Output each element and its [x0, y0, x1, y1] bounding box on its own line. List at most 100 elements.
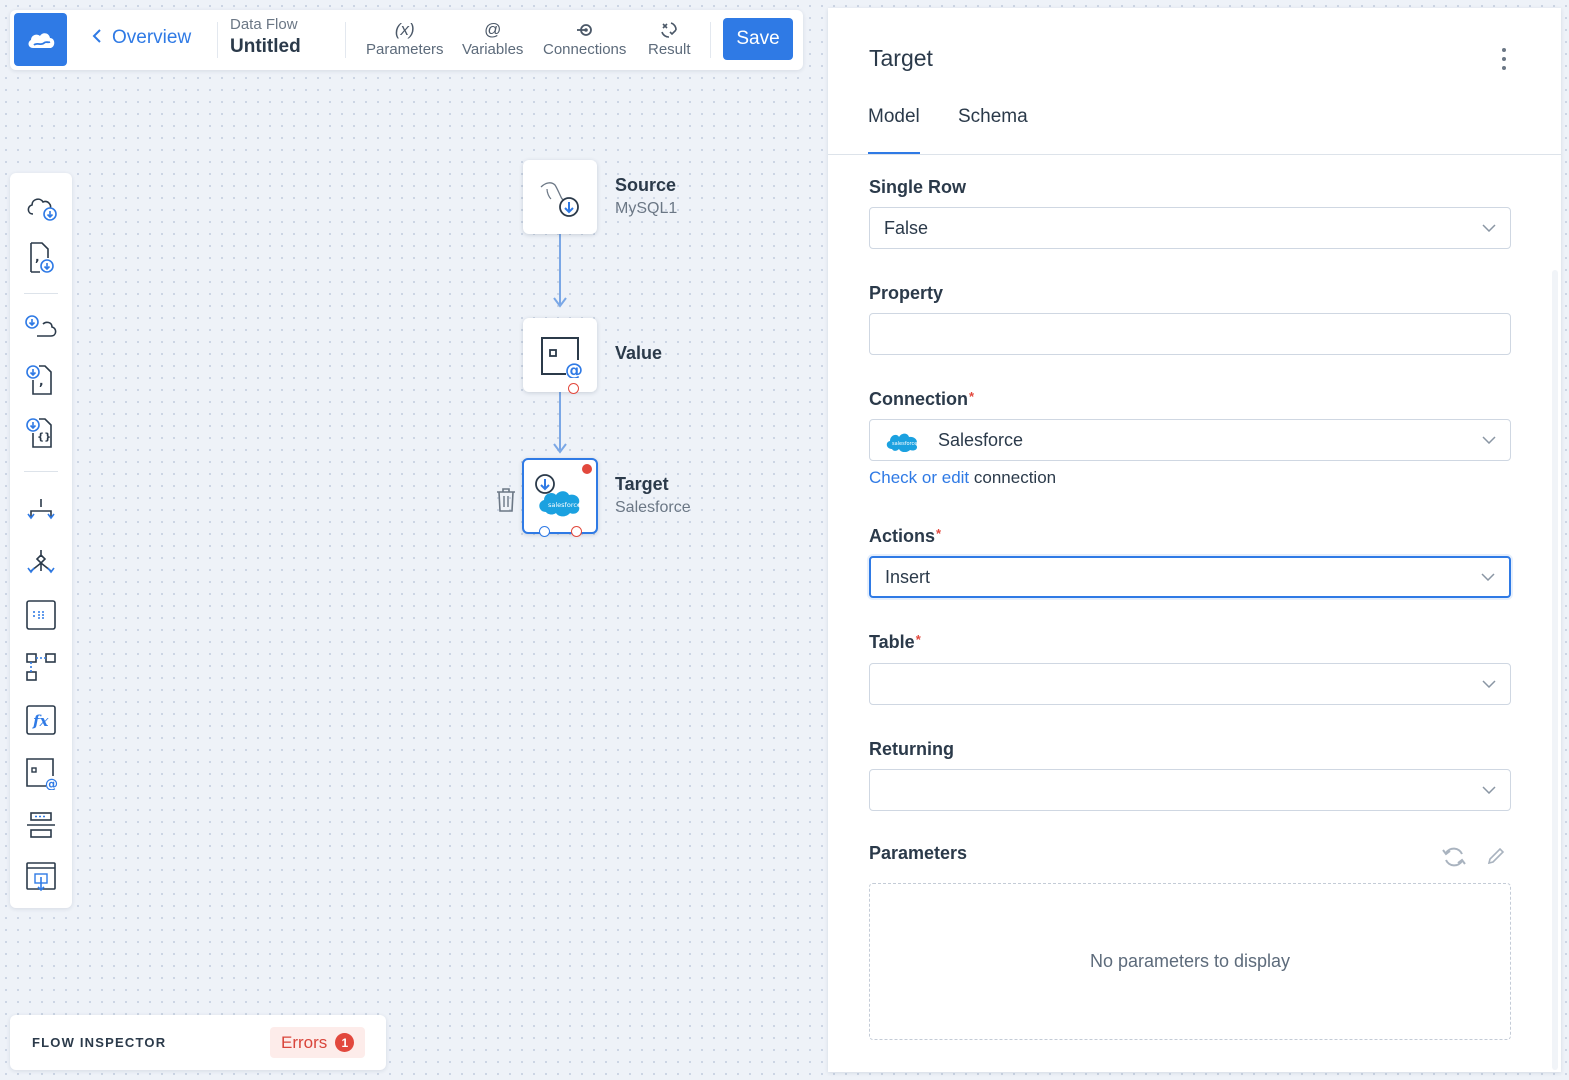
flow-name[interactable]: Data Flow Untitled [230, 16, 301, 58]
expression-icon[interactable]: fx [23, 702, 59, 738]
parameters-label: Parameters [366, 41, 444, 58]
svg-text:fx: fx [32, 712, 49, 730]
svg-text:,: , [35, 250, 40, 264]
errors-label: Errors [281, 1032, 328, 1052]
actions-label-text: Actions [869, 526, 936, 546]
edit-pencil-icon[interactable] [1486, 846, 1506, 871]
connection-value: Salesforce [938, 429, 1024, 450]
svg-text:@: @ [45, 777, 58, 790]
refresh-icon[interactable] [1441, 845, 1467, 874]
required-marker: * [936, 526, 942, 541]
value-icon[interactable]: @ [23, 755, 59, 791]
errors-button[interactable]: Errors 1 [270, 1027, 366, 1058]
salesforce-logo-text: salesforce [548, 501, 581, 509]
actions-label: Actions* [869, 526, 941, 547]
returning-label: Returning [869, 739, 954, 759]
table-label-text: Table [869, 632, 915, 652]
panel-title: Target [869, 45, 933, 71]
connector-arrow-icon [553, 443, 567, 454]
variables-label: Variables [462, 41, 524, 58]
connector-line [559, 234, 561, 304]
value-node-title: Value [615, 343, 663, 363]
connections-label: Connections [543, 41, 627, 58]
parameters-icon: (x) [394, 20, 415, 39]
result-button[interactable]: Result [648, 19, 691, 58]
divider [710, 22, 711, 58]
required-marker: * [915, 632, 921, 647]
import-icon[interactable] [23, 859, 59, 895]
connector-arrow-icon [553, 297, 567, 308]
parameters-empty-state: No parameters to display [869, 883, 1511, 1040]
chevron-down-icon [1482, 433, 1496, 447]
properties-panel: Target Model Schema Single Row False Pro… [828, 8, 1561, 1072]
svg-text:,: , [39, 374, 44, 388]
actions-value: Insert [885, 566, 931, 587]
source-node-subtitle: MySQL1 [615, 200, 678, 217]
flow-type-label: Data Flow [230, 16, 298, 33]
scrollbar[interactable] [1552, 270, 1558, 1070]
svg-text:{}: {} [37, 432, 51, 443]
salesforce-logo-text: salesforce [892, 441, 917, 447]
file-source-icon[interactable]: , [23, 240, 59, 276]
cloud-target-icon[interactable] [23, 309, 59, 345]
tab-schema[interactable]: Schema [958, 106, 1028, 152]
chevron-down-icon [1481, 570, 1495, 584]
target-node-title: Target [615, 474, 669, 494]
value-icon: @ [541, 337, 583, 378]
check-or-edit-link[interactable]: Check or edit [869, 468, 969, 487]
single-row-select[interactable]: False [869, 207, 1511, 249]
csv-target-icon[interactable]: , [23, 362, 59, 398]
result-label: Result [648, 41, 691, 58]
divider [345, 22, 346, 58]
single-row-label: Single Row [869, 177, 967, 197]
top-toolbar: Overview Data Flow Untitled (x) Paramete… [10, 10, 803, 70]
chevron-down-icon [1482, 677, 1496, 691]
connections-button[interactable]: Connections [543, 19, 626, 58]
input-port[interactable] [539, 526, 550, 537]
actions-select[interactable]: Insert [869, 556, 1511, 598]
table-select[interactable] [869, 663, 1511, 705]
parameters-label: Parameters [869, 843, 968, 863]
svg-text:@: @ [565, 360, 583, 378]
app-logo-icon[interactable] [14, 13, 67, 66]
tab-model[interactable]: Model [868, 106, 920, 155]
connection-select[interactable]: salesforce Salesforce [869, 419, 1511, 461]
property-input[interactable] [869, 313, 1511, 355]
variables-icon: @ [484, 20, 502, 39]
connection-label-text: Connection [869, 389, 968, 409]
connections-icon [543, 19, 626, 41]
back-label: Overview [112, 27, 192, 48]
flow-title: Untitled [230, 36, 301, 57]
salesforce-logo-icon: salesforce [535, 474, 581, 517]
chevron-down-icon [1482, 783, 1496, 797]
table-label: Table* [869, 632, 921, 653]
divider [217, 22, 218, 58]
lookup-icon[interactable] [23, 649, 59, 685]
delete-node-icon[interactable] [495, 487, 517, 518]
flow-inspector[interactable]: FLOW INSPECTOR Errors 1 [10, 1015, 386, 1070]
save-button[interactable]: Save [723, 18, 793, 60]
back-to-overview-link[interactable]: Overview [92, 27, 191, 49]
source-node[interactable] [523, 160, 597, 234]
merge-icon[interactable] [23, 544, 59, 580]
chevron-down-icon [1482, 221, 1496, 235]
connection-label: Connection* [869, 389, 974, 410]
json-target-icon[interactable]: {} [23, 415, 59, 451]
property-label: Property [869, 283, 944, 303]
palette-divider [24, 471, 58, 472]
target-node[interactable]: salesforce [522, 458, 598, 537]
value-node[interactable]: @ [523, 318, 597, 394]
buffer-icon[interactable] [23, 597, 59, 633]
more-options-icon[interactable] [1496, 46, 1512, 72]
connection-link-suffix: connection [969, 468, 1057, 487]
parameters-button[interactable]: (x) Parameters [366, 19, 444, 58]
cloud-source-icon[interactable] [23, 189, 59, 225]
variables-button[interactable]: @ Variables [462, 19, 523, 58]
output-port[interactable] [568, 383, 579, 394]
row-count-icon[interactable] [23, 807, 59, 843]
salesforce-logo-icon: salesforce [884, 428, 920, 453]
returning-select[interactable] [869, 769, 1511, 811]
split-icon[interactable] [23, 492, 59, 528]
output-port[interactable] [571, 526, 582, 537]
single-row-value: False [884, 217, 929, 238]
